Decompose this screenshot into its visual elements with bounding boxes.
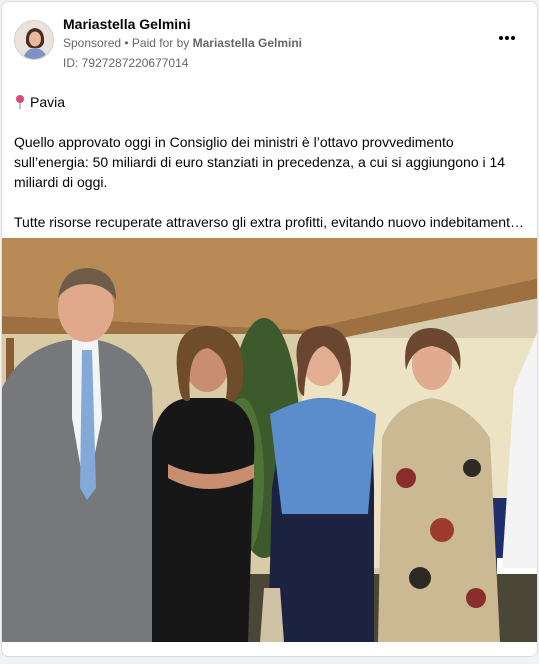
post-photo[interactable] bbox=[2, 238, 537, 642]
sponsored-label: Sponsored bbox=[63, 36, 122, 50]
paid-for-prefix: • Paid for by bbox=[121, 36, 193, 50]
author-name[interactable]: Mariastella Gelmini bbox=[63, 16, 191, 32]
paid-for-name[interactable]: Mariastella Gelmini bbox=[193, 36, 302, 50]
location-label: Pavia bbox=[30, 94, 66, 110]
post-paragraph-1: Quello approvato oggi in Consiglio dei m… bbox=[14, 134, 506, 190]
post-text: Pavia Quello approvato oggi in Consiglio… bbox=[14, 92, 529, 232]
post-header: Mariastella Gelmini Sponsored • Paid for… bbox=[2, 2, 537, 82]
more-options-icon[interactable] bbox=[495, 30, 519, 46]
ad-card: Mariastella Gelmini Sponsored • Paid for… bbox=[1, 1, 538, 657]
location-line: Pavia bbox=[14, 92, 529, 112]
ad-id: ID: 7927287220677014 bbox=[63, 56, 189, 70]
sponsored-line: Sponsored • Paid for by Mariastella Gelm… bbox=[63, 36, 302, 50]
location-pin-icon bbox=[16, 95, 24, 109]
author-avatar[interactable] bbox=[14, 20, 54, 60]
post-paragraph-2[interactable]: Tutte risorse recuperate attraverso gli … bbox=[14, 212, 524, 232]
